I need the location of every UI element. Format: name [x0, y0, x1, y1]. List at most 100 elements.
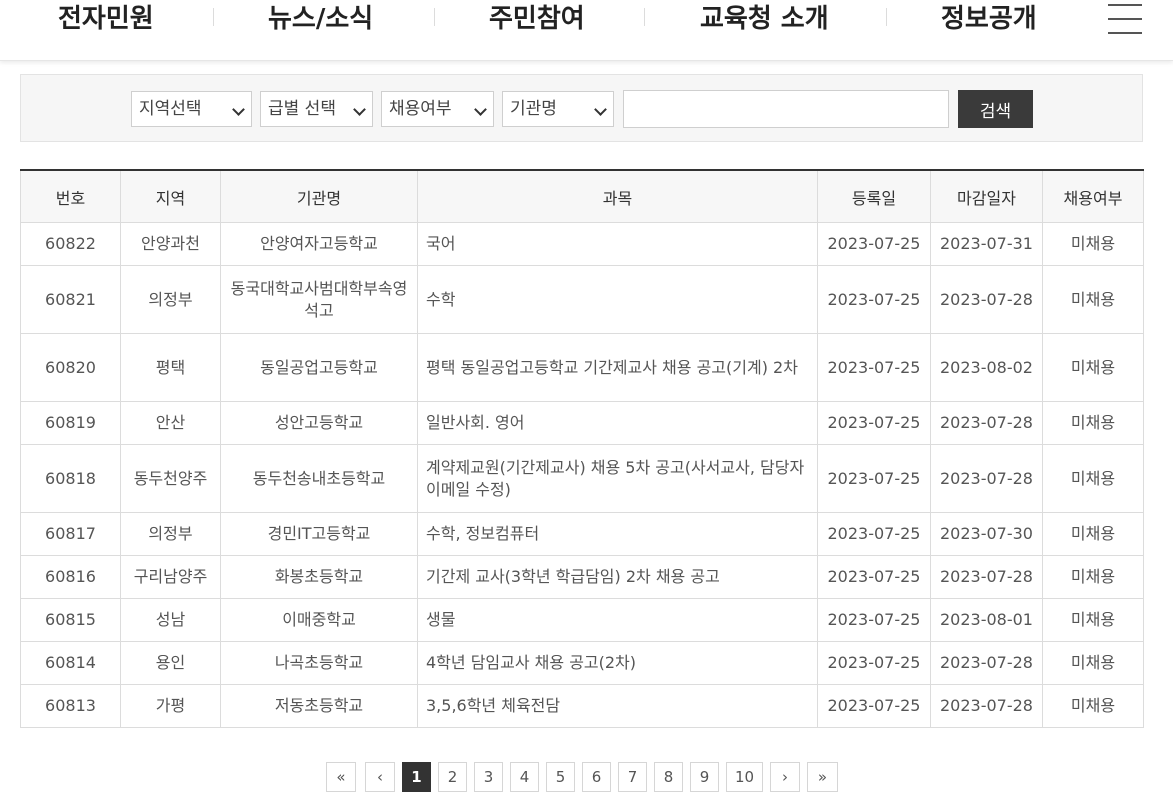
- column-header-organization: 기관명: [220, 170, 418, 223]
- chevron-down-icon: [232, 103, 245, 116]
- cell-registered-date: 2023-07-25: [817, 222, 931, 266]
- page-button[interactable]: 8: [654, 762, 683, 792]
- cell-region: 안양과천: [120, 222, 221, 266]
- nav-item-e-civil-service[interactable]: 전자민원: [58, 0, 154, 40]
- grade-select[interactable]: 급별 선택: [260, 91, 373, 127]
- nav-divider: [213, 8, 214, 26]
- cell-region: 의정부: [120, 512, 221, 556]
- cell-region: 안산: [120, 401, 221, 445]
- table-row[interactable]: 60816 구리남양주 화봉초등학교 기간제 교사(3학년 학급담임) 2차 채…: [20, 555, 1144, 599]
- column-header-number: 번호: [20, 170, 121, 223]
- pagination: « ‹ 1 2 3 4 5 6 7 8 9 10 › »: [0, 762, 1173, 792]
- cell-registered-date: 2023-07-25: [817, 512, 931, 556]
- cell-registered-date: 2023-07-25: [817, 333, 931, 402]
- table-row[interactable]: 60814 용인 나곡초등학교 4학년 담임교사 채용 공고(2차) 2023-…: [20, 641, 1144, 685]
- table-row[interactable]: 60821 의정부 동국대학교사범대학부속영석고 수학 2023-07-25 2…: [20, 265, 1144, 334]
- cell-organization: 나곡초등학교: [220, 641, 418, 685]
- last-page-button[interactable]: »: [807, 762, 838, 792]
- region-select[interactable]: 지역선택: [131, 91, 252, 127]
- cell-registered-date: 2023-07-25: [817, 444, 931, 513]
- cell-number: 60817: [20, 512, 121, 556]
- menu-icon[interactable]: [1108, 2, 1142, 34]
- cell-hire-status: 미채용: [1042, 512, 1144, 556]
- nav-divider: [886, 8, 887, 26]
- cell-region: 가평: [120, 684, 221, 728]
- page-button-current[interactable]: 1: [402, 762, 431, 792]
- recruitment-table: 번호 지역 기관명 과목 등록일 마감일자 채용여부 60822 안양과천 안양…: [20, 169, 1144, 728]
- nav-item-information-disclosure[interactable]: 정보공개: [941, 0, 1037, 40]
- cell-region: 구리남양주: [120, 555, 221, 599]
- cell-hire-status: 미채용: [1042, 401, 1144, 445]
- cell-hire-status: 미채용: [1042, 641, 1144, 685]
- column-header-registered-date: 등록일: [817, 170, 931, 223]
- column-header-hire-status: 채용여부: [1042, 170, 1144, 223]
- first-page-button[interactable]: «: [326, 762, 356, 792]
- prev-page-button[interactable]: ‹: [365, 762, 395, 792]
- cell-subject-link[interactable]: 3,5,6학년 체육전담: [417, 684, 818, 728]
- table-row[interactable]: 60818 동두천양주 동두천송내초등학교 계약제교원(기간제교사) 채용 5차…: [20, 444, 1144, 513]
- table-row[interactable]: 60822 안양과천 안양여자고등학교 국어 2023-07-25 2023-0…: [20, 222, 1144, 266]
- cell-subject-link[interactable]: 평택 동일공업고등학교 기간제교사 채용 공고(기계) 2차: [417, 333, 818, 402]
- table-row[interactable]: 60820 평택 동일공업고등학교 평택 동일공업고등학교 기간제교사 채용 공…: [20, 333, 1144, 402]
- cell-subject-link[interactable]: 기간제 교사(3학년 학급담임) 2차 채용 공고: [417, 555, 818, 599]
- cell-subject-link[interactable]: 계약제교원(기간제교사) 채용 5차 공고(사서교사, 담당자 이메일 수정): [417, 444, 818, 513]
- cell-subject-link[interactable]: 생물: [417, 598, 818, 642]
- column-header-subject: 과목: [417, 170, 818, 223]
- cell-organization: 동국대학교사범대학부속영석고: [220, 265, 418, 334]
- cell-registered-date: 2023-07-25: [817, 401, 931, 445]
- cell-deadline: 2023-07-28: [930, 401, 1043, 445]
- page-button[interactable]: 4: [510, 762, 539, 792]
- cell-number: 60814: [20, 641, 121, 685]
- cell-organization: 이매중학교: [220, 598, 418, 642]
- table-header-row: 번호 지역 기관명 과목 등록일 마감일자 채용여부: [20, 170, 1144, 223]
- cell-subject-link[interactable]: 일반사회. 영어: [417, 401, 818, 445]
- nav-item-about-office[interactable]: 교육청 소개: [700, 0, 829, 40]
- cell-hire-status: 미채용: [1042, 333, 1144, 402]
- next-page-button[interactable]: ›: [770, 762, 800, 792]
- table-row[interactable]: 60815 성남 이매중학교 생물 2023-07-25 2023-08-01 …: [20, 598, 1144, 642]
- organization-select-value: 기관명: [510, 99, 557, 119]
- nav-item-participation[interactable]: 주민참여: [489, 0, 585, 40]
- table-row[interactable]: 60817 의정부 경민IT고등학교 수학, 정보컴퓨터 2023-07-25 …: [20, 512, 1144, 556]
- page-button[interactable]: 2: [438, 762, 467, 792]
- chevron-down-icon: [594, 103, 607, 116]
- page-button[interactable]: 5: [546, 762, 575, 792]
- table-row[interactable]: 60819 안산 성안고등학교 일반사회. 영어 2023-07-25 2023…: [20, 401, 1144, 445]
- search-button[interactable]: 검색: [958, 90, 1033, 128]
- cell-region: 용인: [120, 641, 221, 685]
- cell-number: 60821: [20, 265, 121, 334]
- page-button[interactable]: 7: [618, 762, 647, 792]
- cell-number: 60818: [20, 444, 121, 513]
- cell-subject-link[interactable]: 수학, 정보컴퓨터: [417, 512, 818, 556]
- cell-number: 60822: [20, 222, 121, 266]
- cell-deadline: 2023-08-01: [930, 598, 1043, 642]
- cell-subject-link[interactable]: 4학년 담임교사 채용 공고(2차): [417, 641, 818, 685]
- page-button[interactable]: 10: [726, 762, 763, 792]
- cell-deadline: 2023-07-28: [930, 444, 1043, 513]
- cell-organization: 동일공업고등학교: [220, 333, 418, 402]
- cell-hire-status: 미채용: [1042, 265, 1144, 334]
- nav-item-news[interactable]: 뉴스/소식: [268, 0, 373, 40]
- cell-organization: 경민IT고등학교: [220, 512, 418, 556]
- cell-region: 평택: [120, 333, 221, 402]
- nav-divider: [644, 8, 645, 26]
- cell-subject-link[interactable]: 국어: [417, 222, 818, 266]
- cell-hire-status: 미채용: [1042, 444, 1144, 513]
- organization-select[interactable]: 기관명: [502, 91, 614, 127]
- hire-status-select-value: 채용여부: [389, 99, 452, 119]
- page-button[interactable]: 3: [474, 762, 503, 792]
- cell-deadline: 2023-07-28: [930, 684, 1043, 728]
- chevron-down-icon: [353, 103, 366, 116]
- cell-number: 60815: [20, 598, 121, 642]
- cell-registered-date: 2023-07-25: [817, 641, 931, 685]
- table-row[interactable]: 60813 가평 저동초등학교 3,5,6학년 체육전담 2023-07-25 …: [20, 684, 1144, 728]
- cell-number: 60813: [20, 684, 121, 728]
- hire-status-select[interactable]: 채용여부: [381, 91, 494, 127]
- page-button[interactable]: 6: [582, 762, 611, 792]
- cell-subject-link[interactable]: 수학: [417, 265, 818, 334]
- cell-region: 성남: [120, 598, 221, 642]
- search-input[interactable]: [623, 90, 949, 128]
- cell-deadline: 2023-07-28: [930, 641, 1043, 685]
- cell-number: 60820: [20, 333, 121, 402]
- page-button[interactable]: 9: [690, 762, 719, 792]
